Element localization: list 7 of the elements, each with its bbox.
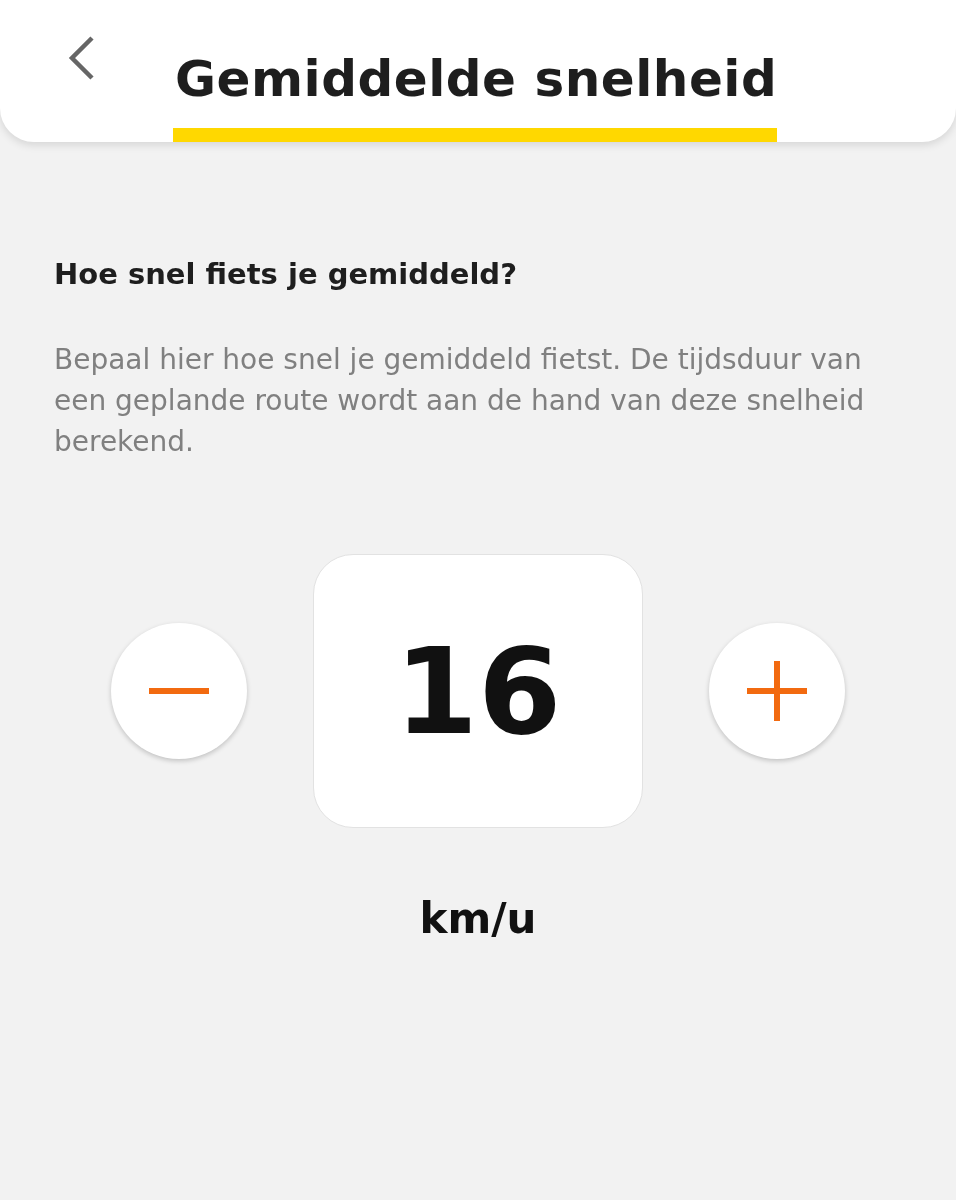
plus-icon <box>747 661 807 721</box>
unit-label: km/u <box>418 894 538 943</box>
minus-icon <box>149 688 209 694</box>
description-text: Bepaal hier hoe snel je gemiddeld fietst. De tijdsduur van een geplande route wordt aan de hand van deze snelheid berekend. <box>54 342 866 460</box>
speed-value: 16 <box>313 554 643 828</box>
page-title: Gemiddelde snelheid <box>174 50 778 110</box>
question-heading: Hoe snel fiets je gemiddeld? <box>54 257 518 291</box>
